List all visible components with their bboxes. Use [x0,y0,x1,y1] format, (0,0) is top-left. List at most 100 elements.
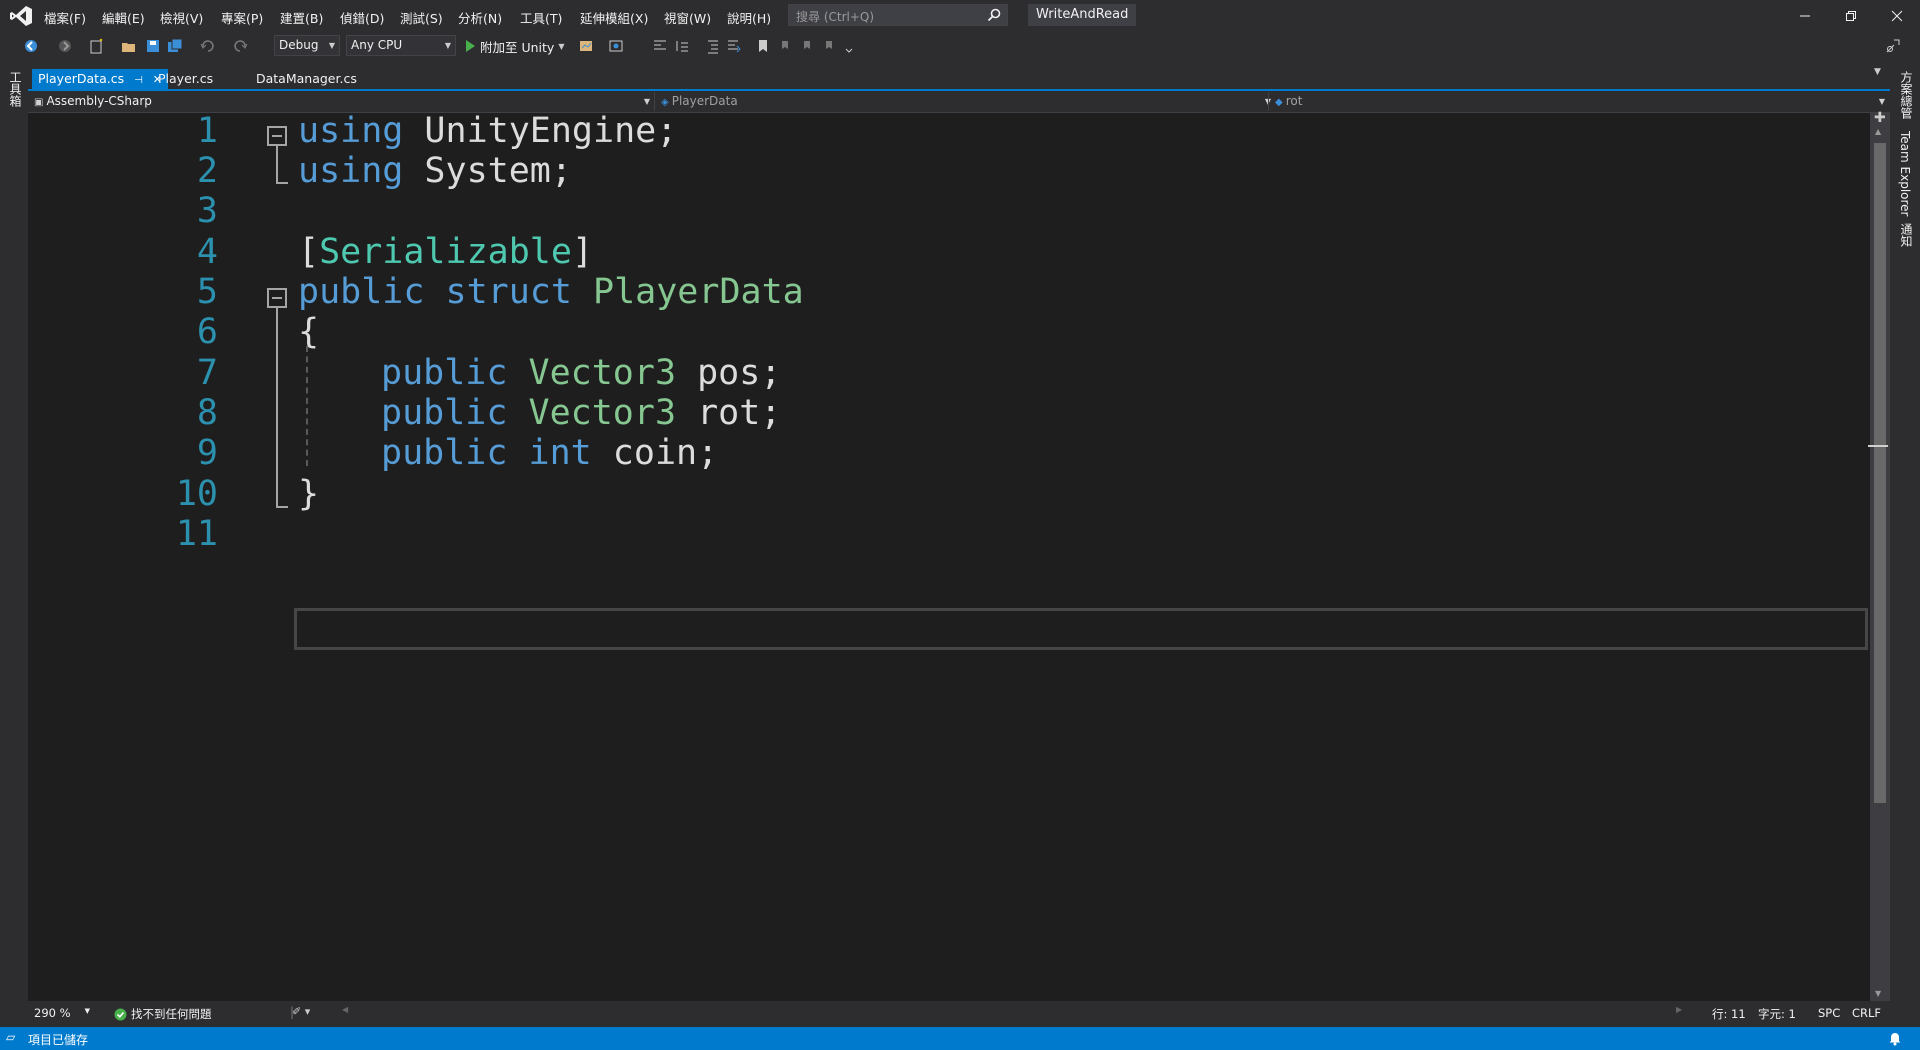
pin-icon[interactable]: ⊣ [134,75,143,86]
solution-configuration-select[interactable]: Debug ▼ [274,35,340,56]
scrollbar-thumb[interactable] [1874,143,1886,803]
scroll-down-icon[interactable]: ▼ [1875,989,1881,998]
search-input[interactable]: 搜尋 (Ctrl+Q) [788,4,1008,26]
diagnostics-icon[interactable] [577,37,595,55]
menu-item-10[interactable]: 視窗(W) [664,8,711,27]
code-line-4[interactable]: [Serializable] [298,232,593,272]
new-project-icon[interactable] [88,37,106,55]
solution-platform-select[interactable]: Any CPU ▼ [346,35,456,56]
previous-bookmark-icon[interactable] [776,37,794,55]
caret-position-marker [1868,445,1888,447]
line-number: 5 [196,272,218,312]
notification-bell-icon[interactable] [1888,1031,1902,1046]
visual-studio-logo-icon[interactable] [9,5,33,27]
scroll-left-icon[interactable]: ◀ [342,1005,348,1014]
code-line-2[interactable]: using System; [298,151,572,191]
save-all-icon[interactable] [166,37,184,55]
navigate-forward-icon[interactable] [56,37,74,55]
menu-item-9[interactable]: 延伸模組(X) [580,8,648,27]
project-icon: ▣ [34,97,44,108]
menu-item-8[interactable]: 工具(T) [520,8,562,27]
status-edit-icon: ▱ [6,1030,16,1044]
whitespace-indicator[interactable]: SPC [1818,1006,1840,1020]
editor-status-bar: 290 % ▼ 找不到任何問題 | ✐ ▾ ◀ ▶ 行: 11 字元: 1 SP… [28,1001,1890,1027]
tab-label: DataManager.cs [256,71,357,86]
platform-value: Any CPU [351,38,403,52]
live-share-icon[interactable] [1884,37,1902,55]
close-button[interactable] [1874,0,1920,31]
zoom-select[interactable]: 290 % ▼ [34,1006,90,1020]
menu-item-2[interactable]: 檢視(V) [160,8,203,27]
standard-toolbar: Debug ▼ Any CPU ▼ 附加至 Unity ▼ [0,31,1920,61]
team-explorer-tab[interactable]: Team Explorer [1898,131,1912,217]
tab-list-dropdown-icon[interactable]: ▼ [1874,67,1881,77]
vertical-scrollbar[interactable]: ✚ ▲ ▼ [1868,110,1890,1001]
collapse-icon[interactable] [267,126,287,146]
issues-text: 找不到任何問題 [131,1007,212,1021]
indent-icon[interactable] [725,37,743,55]
next-bookmark-icon[interactable] [798,37,816,55]
line-number: 2 [196,151,218,191]
save-icon[interactable] [144,37,162,55]
code-line-1[interactable]: using UnityEngine; [298,111,677,151]
notifications-tab[interactable]: 通知 [1898,223,1915,247]
tab-playerdata[interactable]: PlayerData.cs ⊣ ✕ [32,69,169,89]
menu-item-3[interactable]: 專案(P) [221,8,263,27]
code-editor[interactable]: 1 2 3 4 5 6 7 8 9 10 11 using UnityEngine; using S… [28,110,1890,1001]
project-select[interactable]: ▣ Assembly-CSharp ▼ [34,92,650,111]
line-ending-indicator[interactable]: CRLF [1852,1006,1881,1020]
menu-item-6[interactable]: 測試(S) [400,8,443,27]
split-editor-icon[interactable]: ✚ [1874,110,1886,126]
menu-item-4[interactable]: 建置(B) [280,8,323,27]
undo-icon[interactable] [198,37,216,55]
code-line-8[interactable]: public Vector3 rot; [381,393,781,433]
tab-datamanager[interactable]: DataManager.cs [250,69,363,89]
menu-item-11[interactable]: 說明(H) [727,8,771,27]
screenshot-icon[interactable] [607,37,625,55]
step-into-icon[interactable] [651,37,669,55]
fold-line [276,146,278,184]
redo-icon[interactable] [232,37,250,55]
code-line-6[interactable]: { [298,312,319,352]
clear-bookmarks-icon[interactable] [820,37,838,55]
menu-item-1[interactable]: 編輯(E) [102,8,145,27]
solution-explorer-tab[interactable]: 方案總管 [1898,71,1915,119]
line-number: 6 [196,312,218,352]
step-over-icon[interactable] [673,37,691,55]
code-line-9[interactable]: public int coin; [381,433,718,473]
outdent-icon[interactable] [703,37,721,55]
bookmark-icon[interactable] [754,37,772,55]
issues-indicator[interactable]: 找不到任何問題 [114,1006,212,1022]
toolbar-overflow-icon[interactable] [840,37,858,55]
search-icon[interactable] [987,8,1001,22]
minimize-button[interactable] [1782,0,1828,31]
project-value: Assembly-CSharp [46,94,152,108]
char-indicator[interactable]: 字元: 1 [1758,1006,1796,1022]
navigate-back-icon[interactable] [22,37,40,55]
code-cleanup-icon[interactable]: ✐ ▾ [292,1005,310,1018]
open-file-icon[interactable] [120,37,138,55]
menu-item-7[interactable]: 分析(N) [458,8,502,27]
tab-label: Player.cs [158,71,214,86]
type-select[interactable]: ◈ PlayerData ▼ [654,92,1271,111]
menu-item-5[interactable]: 偵錯(D) [340,8,384,27]
code-line-5[interactable]: public struct PlayerData [298,272,804,312]
restore-button[interactable] [1828,0,1874,31]
menu-item-0[interactable]: 檔案(F) [44,8,86,27]
status-bar: ▱ 項目已儲存 [0,1027,1920,1050]
line-number: 1 [196,111,218,151]
code-line-10[interactable]: } [298,474,319,514]
toolbox-tab[interactable]: 工具箱 [7,71,24,107]
indicator-margin[interactable] [28,113,82,1001]
title-bar: 檔案(F) 編輯(E) 檢視(V) 專案(P) 建置(B) 偵錯(D) 測試(S) 分析(N)… [0,0,1920,31]
tab-player[interactable]: Player.cs [152,69,219,89]
line-indicator[interactable]: 行: 11 [1712,1006,1746,1022]
scroll-up-icon[interactable]: ▲ [1875,127,1881,136]
attach-unity-button[interactable]: 附加至 Unity ▼ [464,37,564,55]
code-line-7[interactable]: public Vector3 pos; [381,353,781,393]
collapse-icon[interactable] [267,288,287,308]
attach-unity-label: 附加至 Unity [480,39,555,55]
member-select[interactable]: ◆ rot ▼ [1268,92,1885,111]
navigation-bar: ▣ Assembly-CSharp ▼ ◈ PlayerData ▼ ◆ rot ▼ [28,91,1890,113]
scroll-right-icon[interactable]: ▶ [1676,1005,1682,1014]
